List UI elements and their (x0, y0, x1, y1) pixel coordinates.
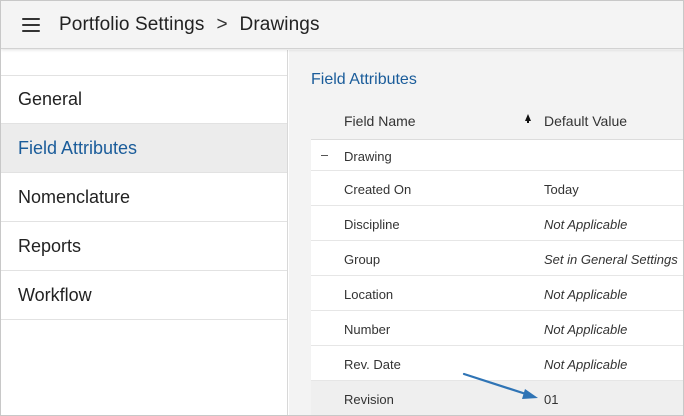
sidebar-item-workflow[interactable]: Workflow (1, 271, 287, 320)
table-header: Field Name Default Value (311, 100, 683, 140)
sidebar-item-nomenclature[interactable]: Nomenclature (1, 173, 287, 222)
field-name: Created On (344, 182, 412, 197)
group-label: Drawing (344, 149, 392, 164)
default-value[interactable]: Not Applicable (544, 287, 627, 302)
field-name: Revision (344, 392, 394, 407)
group-row-drawing[interactable]: Drawing (311, 140, 683, 171)
table-row[interactable]: Location Not Applicable (311, 276, 683, 311)
breadcrumb-separator: > (216, 13, 228, 35)
collapse-minus-icon[interactable] (321, 155, 328, 156)
table-row[interactable]: Discipline Not Applicable (311, 206, 683, 241)
sort-ascending-icon[interactable] (525, 114, 531, 123)
table-row-revision[interactable]: Revision 01 (311, 381, 683, 415)
default-value[interactable]: 01 (544, 392, 558, 407)
default-value[interactable]: Not Applicable (544, 322, 627, 337)
table-row[interactable]: Rev. Date Not Applicable (311, 346, 683, 381)
column-header-field-name[interactable]: Field Name (344, 113, 416, 129)
breadcrumb-drawings: Drawings (239, 13, 320, 35)
app-header: Portfolio Settings > Drawings (1, 1, 683, 49)
default-value[interactable]: Set in General Settings (544, 252, 678, 267)
default-value[interactable]: Not Applicable (544, 217, 627, 232)
field-name: Discipline (344, 217, 400, 232)
default-value[interactable]: Not Applicable (544, 357, 627, 372)
field-name: Location (344, 287, 394, 302)
sidebar-item-label: General (18, 89, 83, 109)
settings-sidebar: General Field Attributes Nomenclature Re… (1, 50, 288, 415)
field-attributes-table: Field Name Default Value Drawing Created… (311, 100, 683, 415)
sidebar-item-label: Reports (18, 235, 82, 256)
table-row[interactable]: Created On Today (311, 171, 683, 206)
section-title: Field Attributes (311, 71, 417, 88)
sidebar-item-field-attributes[interactable]: Field Attributes (1, 124, 287, 173)
main-panel: Field Attributes Field Name Default Valu… (289, 50, 683, 415)
sidebar-item-reports[interactable]: Reports (1, 222, 287, 271)
field-name: Rev. Date (344, 357, 401, 372)
app-window: Portfolio Settings > Drawings General Fi… (0, 0, 684, 416)
default-value[interactable]: Today (544, 182, 579, 197)
breadcrumb-portfolio-settings[interactable]: Portfolio Settings (59, 14, 204, 36)
sidebar-item-label: Nomenclature (18, 186, 131, 207)
table-row[interactable]: Group Set in General Settings (311, 241, 683, 276)
sidebar-item-general[interactable]: General (1, 75, 287, 124)
table-row[interactable]: Number Not Applicable (311, 311, 683, 346)
sidebar-item-label: Field Attributes (18, 137, 138, 158)
column-header-default-value[interactable]: Default Value (544, 113, 627, 129)
hamburger-menu-icon[interactable] (22, 17, 40, 32)
field-name: Group (344, 252, 381, 267)
sidebar-item-label: Workflow (18, 284, 92, 305)
field-name: Number (344, 322, 391, 337)
